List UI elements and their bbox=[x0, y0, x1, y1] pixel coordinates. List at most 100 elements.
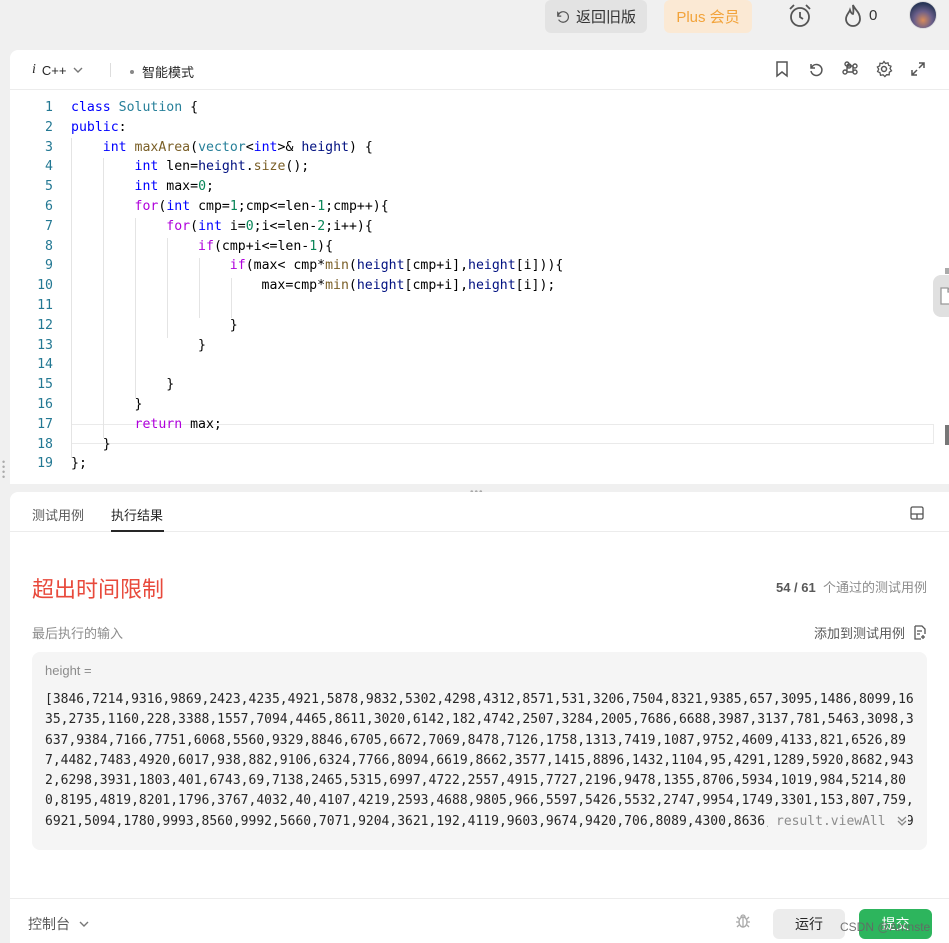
line-number: 1 bbox=[45, 100, 53, 115]
add-file-icon bbox=[914, 625, 926, 640]
line-number: 13 bbox=[37, 337, 53, 353]
fullscreen-icon[interactable] bbox=[909, 60, 927, 78]
top-bar: 返回旧版 Plus 会员 0 bbox=[0, 0, 949, 42]
code-text: } bbox=[71, 317, 238, 333]
code-line[interactable]: 13 } bbox=[10, 336, 934, 356]
line-number: 12 bbox=[37, 317, 53, 333]
code-line[interactable]: 7 for(int i=0;i<=len-2;i++){ bbox=[10, 217, 934, 237]
line-number: 3 bbox=[45, 139, 53, 155]
language-label: C++ bbox=[41, 62, 67, 78]
line-number: 18 bbox=[37, 436, 53, 452]
code-text: } bbox=[71, 396, 143, 412]
code-line[interactable]: 6 for(int cmp=1;cmp<=len-1;cmp++){ bbox=[10, 197, 934, 217]
code-line[interactable]: 1 class Solution { bbox=[10, 98, 934, 118]
code-line[interactable]: 8 if(cmp+i<=len-1){ bbox=[10, 237, 934, 257]
code-lines: 1 class Solution { 2 public: 3 int maxArea(v… bbox=[10, 98, 934, 474]
return-old-version-button[interactable]: 返回旧版 bbox=[545, 0, 647, 33]
code-line[interactable]: 10 max=cmp*min(height[cmp+i],height[i]); bbox=[10, 276, 934, 296]
code-text: if(max< cmp*min(height[cmp+i],height[i])… bbox=[229, 258, 564, 274]
code-line[interactable]: 14 bbox=[10, 355, 934, 375]
code-text: for(int i=0;i<=len-2;i++){ bbox=[166, 218, 373, 234]
line-number: 7 bbox=[45, 218, 53, 234]
smart-mode-label: 智能模式 bbox=[142, 65, 195, 80]
line-number: 11 bbox=[37, 297, 53, 313]
code-text: return max; bbox=[134, 416, 222, 432]
code-text: int len=height.size(); bbox=[134, 159, 310, 175]
result-panel: 测试用例 执行结果 超出时间限制 54 / 61 个通过的测试用例 最后执行的输… bbox=[10, 492, 949, 943]
passed-count-value: 54 / 61 bbox=[775, 580, 816, 595]
add-to-test-cases-button[interactable]: 添加到测试用例 bbox=[814, 623, 927, 642]
tab-test-cases[interactable]: 测试用例 bbox=[32, 505, 84, 524]
line-number: 8 bbox=[45, 238, 53, 254]
scrollbar-thumb[interactable] bbox=[945, 425, 949, 445]
code-line[interactable]: 12 } bbox=[10, 316, 934, 336]
return-old-version-label: 返回旧版 bbox=[575, 9, 636, 26]
code-line[interactable]: 17 return max; bbox=[10, 415, 934, 435]
line-number: 9 bbox=[45, 258, 53, 274]
editor-header: i C++ 智能模式 bbox=[10, 50, 949, 90]
code-text: max=cmp*min(height[cmp+i],height[i]); bbox=[71, 278, 556, 294]
command-icon[interactable] bbox=[841, 60, 859, 78]
document-icon bbox=[940, 287, 949, 305]
line-number: 16 bbox=[37, 396, 53, 412]
code-line[interactable]: 2 public: bbox=[10, 118, 934, 138]
last-input-box: height = [3846,7214,9316,9869,2423,4235,… bbox=[32, 652, 927, 850]
line-number: 4 bbox=[45, 159, 53, 175]
code-line[interactable]: 9 if(max< cmp*min(height[cmp+i],height[i… bbox=[10, 256, 934, 276]
code-line[interactable]: 5 int max=0; bbox=[10, 177, 934, 197]
active-tab-indicator bbox=[111, 530, 164, 532]
code-line[interactable]: 19}; bbox=[10, 454, 934, 474]
fire-icon[interactable] bbox=[842, 3, 864, 29]
plus-member-button[interactable]: Plus 会员 bbox=[664, 0, 752, 33]
vertical-resize-handle[interactable]: • • • • bbox=[2, 458, 6, 482]
code-text: int maxArea(vector<int>& height) { bbox=[102, 139, 373, 155]
plus-member-label: Plus 会员 bbox=[676, 9, 740, 26]
code-line[interactable]: 4 int len=height.size(); bbox=[10, 157, 934, 177]
code-line[interactable]: 15 } bbox=[10, 375, 934, 395]
passed-count-label: 个通过的测试用例 bbox=[822, 580, 927, 595]
passed-count: 54 / 61 个通过的测试用例 bbox=[776, 577, 927, 596]
line-number: 6 bbox=[45, 198, 53, 214]
code-text: public: bbox=[71, 119, 127, 135]
code-area[interactable]: 1 class Solution { 2 public: 3 int maxArea(v… bbox=[10, 98, 934, 474]
code-line[interactable]: 16 } bbox=[10, 395, 934, 415]
settings-gear-icon[interactable] bbox=[875, 60, 893, 78]
line-number: 17 bbox=[37, 416, 53, 432]
double-chevron-down-icon bbox=[897, 816, 907, 826]
code-text: } bbox=[71, 377, 175, 393]
line-number: 5 bbox=[45, 179, 53, 195]
code-editor-panel: i C++ 智能模式 1 class Solution { 2 public: 3 in… bbox=[10, 50, 949, 484]
verdict-title: 超出时间限制 bbox=[32, 577, 165, 602]
code-line[interactable]: 18 } bbox=[10, 435, 934, 455]
code-text: }; bbox=[71, 456, 87, 472]
divider bbox=[110, 63, 111, 77]
info-icon: i bbox=[32, 62, 36, 77]
code-text: class Solution { bbox=[71, 100, 199, 115]
view-all-button[interactable]: result.viewAll bbox=[768, 810, 908, 832]
result-tabs: 测试用例 执行结果 bbox=[10, 492, 949, 532]
code-line[interactable]: 11 bbox=[10, 296, 934, 316]
line-number: 19 bbox=[37, 456, 53, 472]
bookmark-icon[interactable] bbox=[773, 60, 791, 78]
tab-execution-result[interactable]: 执行结果 bbox=[111, 505, 163, 524]
code-line[interactable]: 3 int maxArea(vector<int>& height) { bbox=[10, 138, 934, 158]
code-text: int max=0; bbox=[134, 179, 214, 195]
alarm-clock-icon[interactable] bbox=[787, 3, 813, 29]
console-toggle[interactable]: 控制台 bbox=[28, 914, 90, 934]
line-number: 14 bbox=[37, 357, 53, 373]
footer-bar: 控制台 运行 提交 bbox=[10, 898, 949, 943]
line-number: 10 bbox=[37, 278, 53, 294]
scrollbar-marker bbox=[945, 268, 949, 274]
notes-side-tab[interactable] bbox=[933, 275, 949, 317]
run-button[interactable]: 运行 bbox=[773, 909, 845, 939]
line-number: 2 bbox=[45, 119, 53, 135]
layout-toggle-icon[interactable] bbox=[909, 505, 925, 521]
debug-bug-icon[interactable] bbox=[734, 912, 752, 930]
user-avatar[interactable] bbox=[909, 1, 937, 29]
reset-icon[interactable] bbox=[807, 60, 825, 78]
console-label: 控制台 bbox=[28, 916, 70, 932]
smart-mode-toggle[interactable]: 智能模式 bbox=[130, 62, 194, 81]
language-selector[interactable]: i C++ bbox=[32, 62, 84, 78]
code-text: if(cmp+i<=len-1){ bbox=[198, 238, 334, 254]
last-input-label: 最后执行的输入 bbox=[32, 626, 124, 641]
